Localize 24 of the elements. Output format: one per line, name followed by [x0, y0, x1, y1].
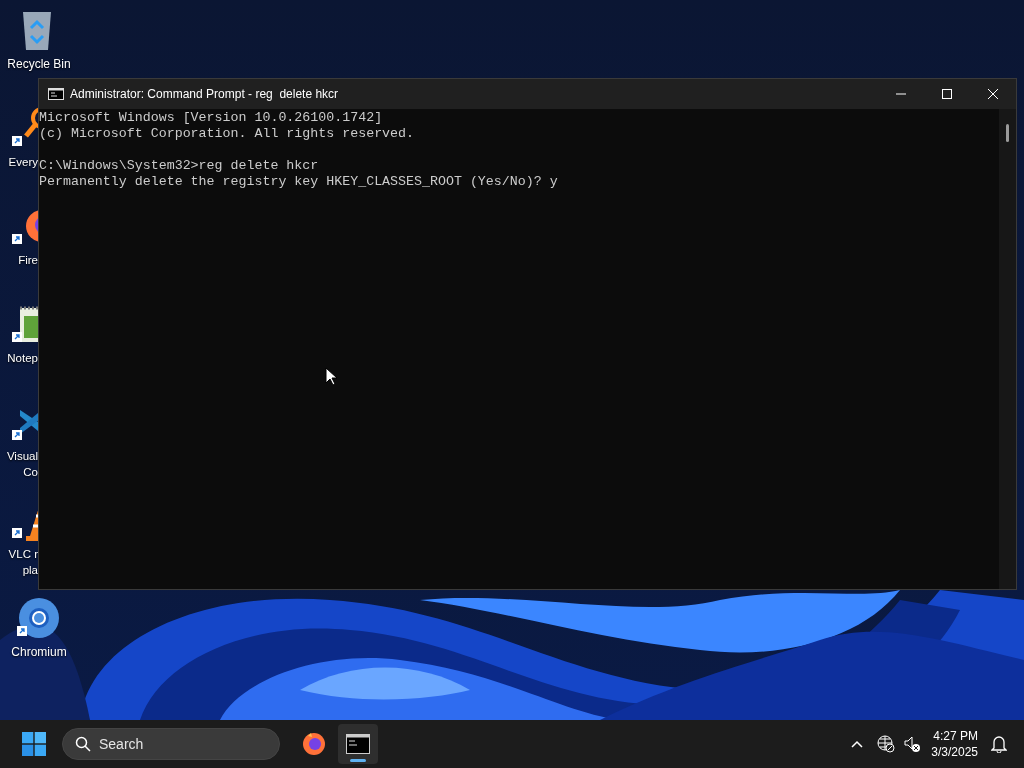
console-line: Microsoft Windows [Version 10.0.26100.1742] — [39, 110, 383, 126]
shortcut-icon[interactable] — [17, 596, 61, 640]
clock[interactable]: 4:27 PM 3/3/2025 — [925, 724, 984, 764]
taskbar-app-button[interactable] — [338, 724, 378, 764]
icon-label: Every — [7, 155, 38, 170]
icon-label: Fire — [17, 253, 38, 268]
icon-label: Notep — [6, 351, 38, 366]
console-icon — [48, 88, 64, 100]
console-line: C:\Windows\System32>reg delete hkcr — [39, 158, 319, 174]
window-title: Administrator: Command Prompt - reg delete hkcr — [70, 86, 340, 103]
icon-label: Recycle Bin — [6, 56, 72, 72]
maximize-icon — [941, 88, 953, 100]
browser-icon — [302, 732, 326, 756]
scrollbar[interactable] — [999, 109, 1016, 589]
search-field[interactable]: Search — [62, 728, 280, 760]
icon-label: Chromium — [10, 644, 68, 660]
cursor-icon — [325, 367, 337, 386]
search-icon — [75, 736, 91, 752]
icon-label: VLC r pla — [7, 547, 38, 578]
console-line: (c) Microsoft Corporation. All rights reserved. — [39, 126, 415, 142]
icon-label: Visual Co — [5, 449, 38, 480]
close-icon — [987, 88, 999, 100]
console-line: Permanently delete the registry key HKEY_CLASSES_ROOT (Yes/No)? y — [39, 174, 558, 190]
console-icon — [346, 732, 370, 756]
